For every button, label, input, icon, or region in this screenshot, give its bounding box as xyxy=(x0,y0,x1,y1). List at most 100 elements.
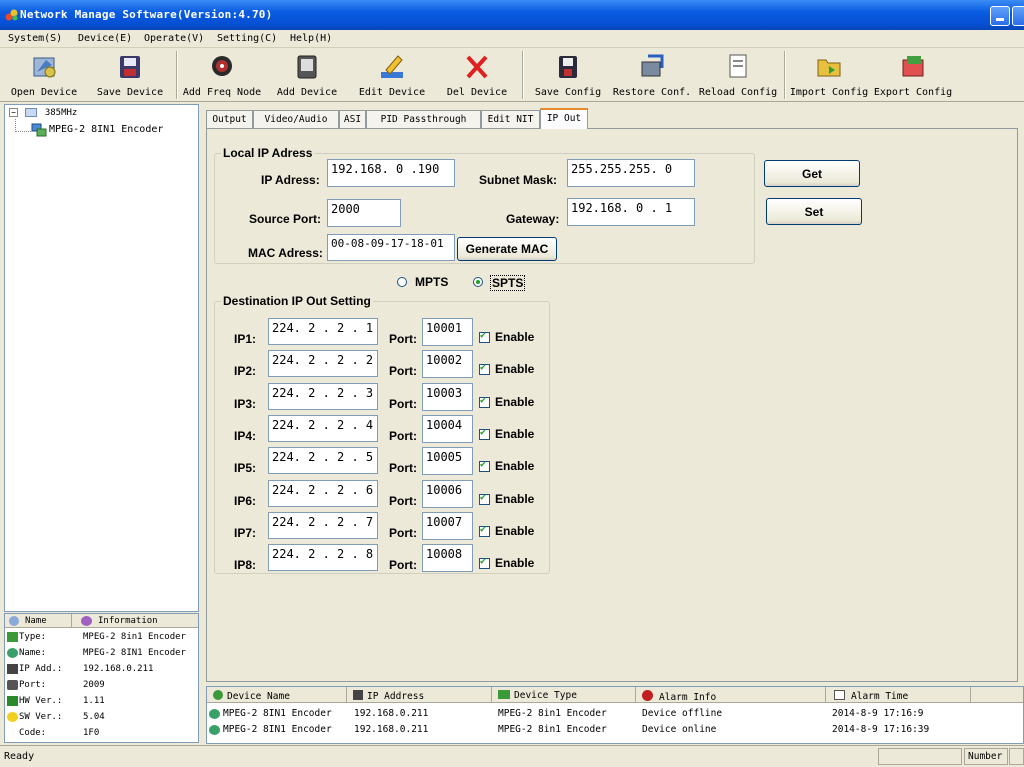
destination-ip-field[interactable]: 224. 2 . 2 . 3 xyxy=(268,382,378,410)
tree-node-device[interactable]: MPEG-2 8IN1 Encoder xyxy=(49,124,163,135)
alarm-device-name: MPEG-2 8IN1 Encoder xyxy=(223,708,332,719)
ip-out-panel: Local IP Adress IP Adress: 192.168. 0 .1… xyxy=(206,128,1018,682)
set-button[interactable]: Set xyxy=(766,198,862,225)
info-header: Name Information xyxy=(5,614,198,628)
destination-port-field[interactable]: 10005 xyxy=(422,447,473,476)
mac-address-field[interactable]: 00-08-09-17-18-01 xyxy=(327,234,455,261)
mpts-radio[interactable] xyxy=(397,277,407,287)
tab-output[interactable]: Output xyxy=(206,110,253,129)
destination-port-field[interactable]: 10002 xyxy=(422,350,473,379)
save-config-button[interactable]: Save Config xyxy=(530,49,606,101)
status-pane xyxy=(1009,748,1024,765)
spts-radio[interactable] xyxy=(473,277,483,287)
import-config-button[interactable]: Import Config xyxy=(788,49,870,101)
frequency-icon xyxy=(25,108,38,117)
alarm-row-icon xyxy=(209,725,220,735)
alarm-time: 2014-8-9 17:16:9 xyxy=(832,708,924,719)
subnet-mask-field[interactable]: 255.255.255. 0 xyxy=(567,159,695,187)
enable-checkbox[interactable] xyxy=(479,427,490,440)
tab-ip-out[interactable]: IP Out xyxy=(540,108,588,129)
ip-address-field[interactable]: 192.168. 0 .190 xyxy=(327,159,455,187)
col-alarm-time[interactable]: Alarm Time xyxy=(826,687,971,703)
enable-checkbox[interactable] xyxy=(479,395,490,408)
alarm-row[interactable]: MPEG-2 8IN1 Encoder 192.168.0.211 MPEG-2… xyxy=(207,707,1023,721)
alarm-row[interactable]: MPEG-2 8IN1 Encoder 192.168.0.211 MPEG-2… xyxy=(207,723,1023,737)
export-config-button[interactable]: Export Config xyxy=(872,49,954,101)
menu-device[interactable]: Device(E) xyxy=(78,33,132,44)
destination-port-field[interactable]: 10006 xyxy=(422,479,473,508)
tab-asi[interactable]: ASI xyxy=(339,110,366,129)
generate-mac-button[interactable]: Generate MAC xyxy=(457,237,557,261)
reload-config-button[interactable]: Reload Config xyxy=(698,49,778,101)
enable-checkbox[interactable] xyxy=(479,330,490,343)
edit-device-button[interactable]: Edit Device xyxy=(350,49,434,101)
port-label: Port: xyxy=(389,428,417,443)
destination-ip-field[interactable]: 224. 2 . 2 . 7 xyxy=(268,511,378,539)
open-device-button[interactable]: Open Device xyxy=(4,49,84,101)
col-ip-address[interactable]: IP Address xyxy=(347,687,492,703)
toolbar-separator xyxy=(784,51,786,99)
destination-port-field[interactable]: 10003 xyxy=(422,382,473,411)
tree-node-freq[interactable]: − 385MHz xyxy=(9,108,77,118)
enable-checkbox[interactable] xyxy=(479,492,490,505)
destination-ip-field[interactable]: 224. 2 . 2 . 6 xyxy=(268,479,378,507)
info-row-name: Name: MPEG-2 8IN1 Encoder xyxy=(5,646,198,661)
collapse-icon[interactable]: − xyxy=(9,108,18,117)
maximize-button[interactable] xyxy=(1012,6,1024,26)
source-port-field[interactable]: 2000 xyxy=(327,199,401,227)
minimize-button[interactable] xyxy=(990,6,1010,26)
col-alarm-info[interactable]: Alarm Info xyxy=(636,687,826,703)
ip-label: IP5: xyxy=(234,461,257,476)
port-label: Port: xyxy=(389,525,417,540)
destination-ip-field[interactable]: 224. 2 . 2 . 4 xyxy=(268,414,378,442)
alarm-icon xyxy=(642,690,653,701)
toolbar-separator xyxy=(176,51,178,99)
tab-pid-passthrough[interactable]: PID Passthrough xyxy=(366,110,481,129)
information-column-icon xyxy=(81,616,92,626)
menu-help[interactable]: Help(H) xyxy=(290,33,332,44)
ip-label: IP4: xyxy=(234,428,257,443)
alarm-list: Device Name IP Address Device Type Alarm… xyxy=(206,686,1024,744)
alarm-ip: 192.168.0.211 xyxy=(354,724,429,735)
enable-checkbox[interactable] xyxy=(479,362,490,376)
destination-ip-field[interactable]: 224. 2 . 2 . 1 xyxy=(268,318,378,345)
destination-port-field[interactable]: 10004 xyxy=(422,414,473,443)
destination-ip-field[interactable]: 224. 2 . 2 . 2 xyxy=(268,350,378,378)
ip-label: IP6: xyxy=(234,493,257,508)
col-device-type[interactable]: Device Type xyxy=(492,687,636,703)
add-device-button[interactable]: Add Device xyxy=(268,49,346,101)
destination-port-field[interactable]: 10001 xyxy=(422,318,473,346)
restore-conf-button[interactable]: Restore Conf. xyxy=(612,49,692,101)
save-device-button[interactable]: Save Device xyxy=(90,49,170,101)
name-icon xyxy=(7,648,18,658)
title-bar: Network Manage Software(Version:4.70) xyxy=(0,0,1024,30)
menu-system[interactable]: System(S) xyxy=(8,33,62,44)
status-bar: Ready Number xyxy=(0,745,1024,767)
alarm-info: Device online xyxy=(642,724,717,735)
get-button[interactable]: Get xyxy=(764,160,860,187)
gateway-field[interactable]: 192.168. 0 . 1 xyxy=(567,198,695,226)
enable-checkbox[interactable] xyxy=(479,459,490,473)
tab-edit-nit[interactable]: Edit NIT xyxy=(481,110,540,129)
column-divider xyxy=(71,614,72,628)
ip-label: IP7: xyxy=(234,525,257,540)
mac-address-label: MAC Adress: xyxy=(248,246,323,260)
add-freq-node-button[interactable]: Add Freq Node xyxy=(180,49,264,101)
col-device-name[interactable]: Device Name xyxy=(207,687,347,703)
tree-node-freq-label: 385MHz xyxy=(44,108,78,118)
device-type-icon xyxy=(498,690,510,699)
window-title: Network Manage Software(Version:4.70) xyxy=(20,8,273,21)
tab-video-audio[interactable]: Video/Audio xyxy=(253,110,339,129)
enable-label: Enable xyxy=(495,362,535,377)
destination-ip-field[interactable]: 224. 2 . 2 . 8 xyxy=(268,544,378,572)
del-device-button[interactable]: Del Device xyxy=(438,49,516,101)
destination-port-field[interactable]: 10007 xyxy=(422,511,473,540)
destination-ip-field[interactable]: 224. 2 . 2 . 5 xyxy=(268,447,378,475)
enable-checkbox[interactable] xyxy=(479,556,490,570)
menu-operate[interactable]: Operate(V) xyxy=(144,33,204,44)
enable-checkbox[interactable] xyxy=(479,524,490,537)
alarm-device-type: MPEG-2 8in1 Encoder xyxy=(498,708,607,719)
destination-port-field[interactable]: 10008 xyxy=(422,544,473,573)
open-device-icon xyxy=(33,57,56,78)
menu-setting[interactable]: Setting(C) xyxy=(217,33,277,44)
